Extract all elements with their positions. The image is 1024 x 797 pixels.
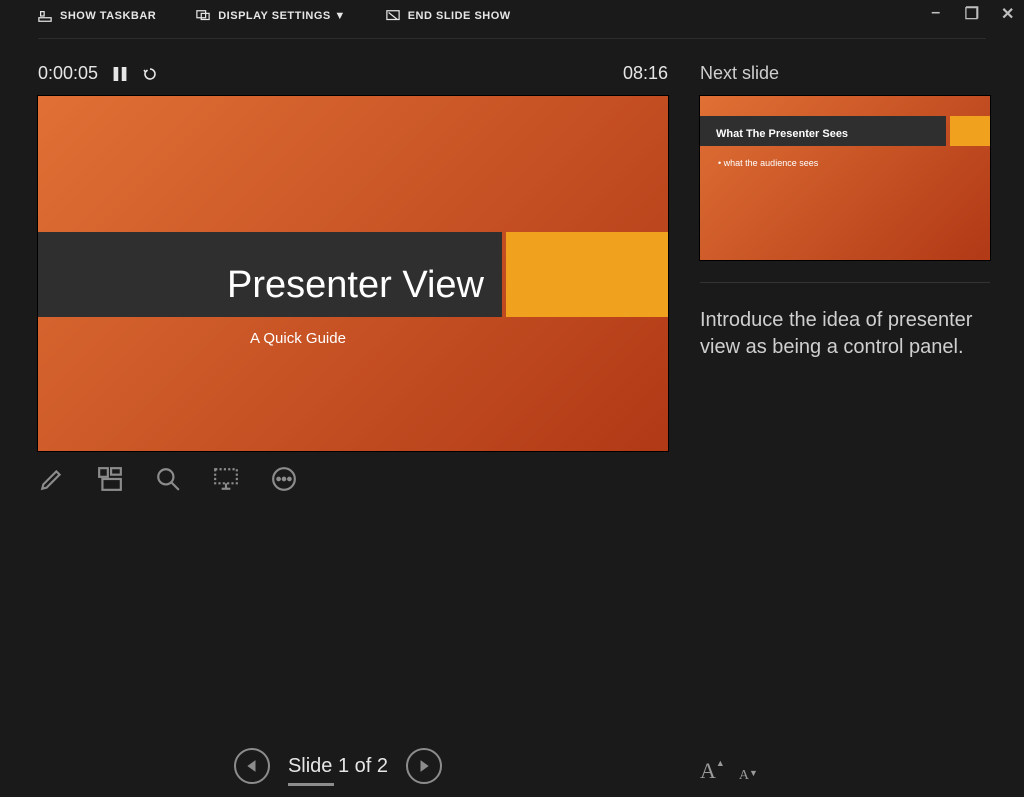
grid-icon	[97, 466, 123, 492]
elapsed-time: 0:00:05	[38, 63, 98, 84]
end-slideshow-button[interactable]: END SLIDE SHOW	[386, 9, 511, 23]
window-close-button[interactable]: ✕	[998, 4, 1018, 24]
next-slide-accent	[950, 116, 990, 146]
end-show-icon	[386, 9, 400, 23]
next-slide-preview[interactable]: What The Presenter Sees • what the audie…	[700, 96, 990, 260]
next-slide-button[interactable]	[406, 748, 442, 784]
slide-title-bar: Presenter View	[38, 232, 502, 317]
current-time: 08:16	[623, 63, 668, 84]
previous-slide-button[interactable]	[234, 748, 270, 784]
reset-timer-button[interactable]	[142, 66, 158, 82]
show-taskbar-label: SHOW TASKBAR	[60, 10, 156, 22]
display-settings-label: DISPLAY SETTINGS ▼	[218, 10, 345, 22]
screen-icon	[213, 466, 239, 492]
pen-icon	[39, 466, 65, 492]
monitor-icon	[196, 9, 210, 23]
taskbar-icon	[38, 9, 52, 23]
decrease-font-button[interactable]: A▼	[739, 768, 758, 784]
pen-tool-button[interactable]	[38, 465, 66, 493]
slide-accent-block	[506, 232, 668, 317]
more-options-button[interactable]	[270, 465, 298, 493]
prev-icon	[245, 759, 259, 773]
current-slide-preview: Presenter View A Quick Guide	[38, 96, 668, 451]
speaker-notes: Introduce the idea of presenter view as …	[700, 307, 990, 361]
next-slide-bullet: • what the audience sees	[718, 158, 818, 168]
end-slideshow-label: END SLIDE SHOW	[408, 10, 511, 22]
window-minimize-button[interactable]: –	[926, 4, 946, 24]
slide-subtitle: A Quick Guide	[38, 330, 558, 347]
next-slide-title-bar: What The Presenter Sees	[700, 116, 946, 146]
show-taskbar-button[interactable]: SHOW TASKBAR	[38, 9, 156, 23]
reset-icon	[143, 67, 157, 81]
see-all-slides-button[interactable]	[96, 465, 124, 493]
slide-counter: Slide 1 of 2	[288, 755, 388, 778]
window-restore-button[interactable]: ❐	[962, 4, 982, 24]
slide-title: Presenter View	[227, 264, 484, 307]
increase-font-button[interactable]: A▲	[700, 758, 725, 784]
zoom-button[interactable]	[154, 465, 182, 493]
next-slide-heading: Next slide	[700, 63, 990, 84]
display-settings-button[interactable]: DISPLAY SETTINGS ▼	[196, 9, 345, 23]
next-icon	[417, 759, 431, 773]
pause-timer-button[interactable]	[112, 66, 128, 82]
pause-icon	[113, 67, 127, 81]
magnifier-icon	[155, 466, 181, 492]
right-divider	[700, 282, 990, 283]
next-slide-title: What The Presenter Sees	[716, 128, 848, 140]
ellipsis-icon	[271, 466, 297, 492]
black-screen-button[interactable]	[212, 465, 240, 493]
